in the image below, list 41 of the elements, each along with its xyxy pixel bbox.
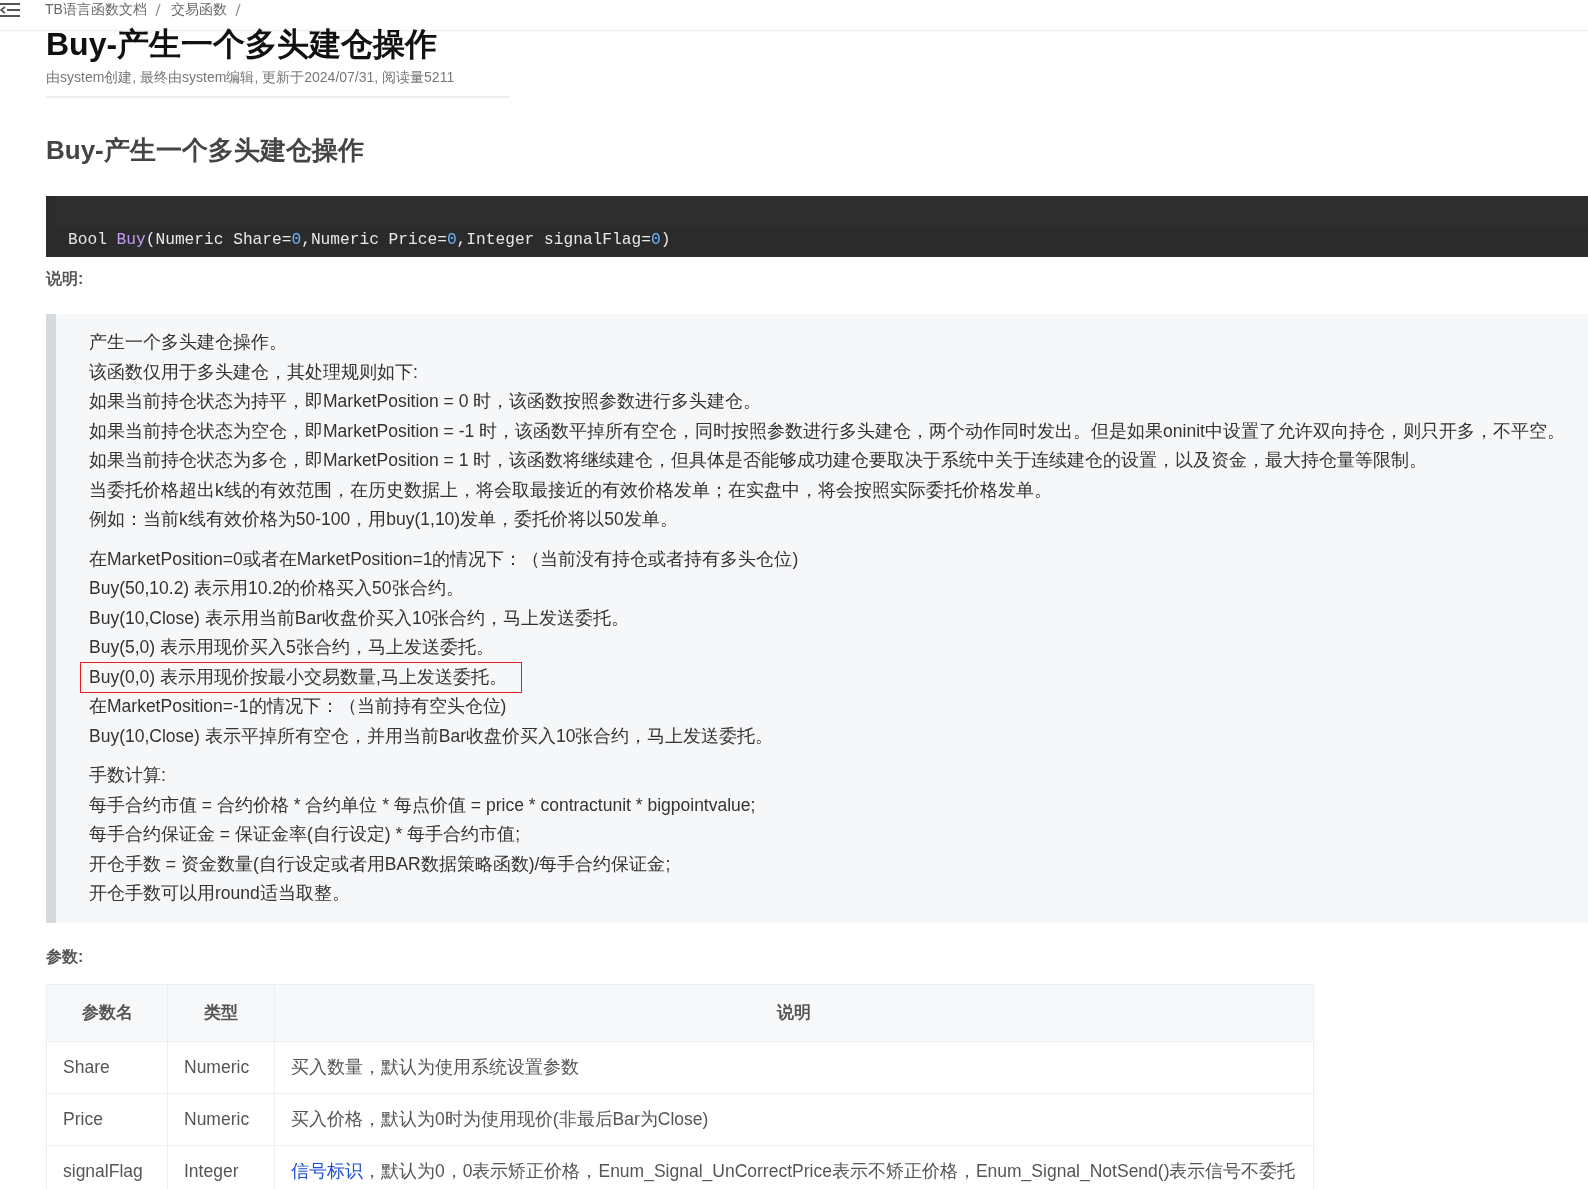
column-header: 类型 (167, 984, 275, 1041)
menu-icon[interactable] (0, 2, 20, 18)
description-line: 手数计算: (89, 764, 166, 787)
breadcrumb-link[interactable]: 交易函数 (170, 1, 227, 19)
table-cell: 买入价格，默认为0时为使用现价(非最后Bar为Close) (274, 1093, 1314, 1145)
slash-icon (154, 4, 161, 16)
table-cell: signalFlag (46, 1145, 168, 1189)
description-line: 每手合约市值 = 合约价格 * 合约单位 * 每点价值 = price * contractunit * bigpointvalue; (89, 793, 756, 817)
section-label: 参数: (46, 946, 85, 967)
description-line: 在MarketPosition=-1的情况下：（当前持有空头仓位) (89, 695, 507, 718)
slash-icon (234, 4, 241, 16)
table-cell: Numeric (167, 1093, 275, 1145)
page-title: Buy-产生一个多头建仓操作 (46, 25, 439, 64)
highlighted-line: Buy(0,0) 表示用现价按最小交易数量,马上发送委托。 (81, 662, 521, 692)
breadcrumb-link[interactable]: TB语言函数文档 (45, 1, 147, 19)
section-label: 说明: (46, 269, 85, 289)
description-line: 开仓手数 = 资金数量(自行设定或者用BAR数据策略函数)/每手合约保证金; (89, 852, 671, 876)
description-line: 当委托价格超出k线的有效范围，在历史数据上，将会取最接近的有效价格发单；在实盘中，将会按照实际委托价格发单。 (89, 478, 1052, 502)
code-line: Bool Buy(Numeric Share=0,Numeric Price=0,Integer signalFlag=0) (67, 230, 672, 251)
description-line: 例如：当前k线有效价格为50-100，用buy(1,10)发单，委托价将以50发单。 (89, 508, 678, 531)
description-line: 如果当前持仓状态为持平，即MarketPosition = 0 时，该函数按照参数进行多头建仓。 (89, 390, 762, 413)
description-line: Buy(5,0) 表示用现价买入5张合约，马上发送委托。 (89, 636, 494, 659)
description-line: Buy(50,10.2) 表示用10.2的价格买入50张合约。 (89, 577, 464, 600)
table-cell: Numeric (167, 1041, 275, 1093)
description-line: Buy(10,Close) 表示用当前Bar收盘价买入10张合约，马上发送委托。 (89, 606, 630, 630)
table-cell: Share (46, 1041, 168, 1093)
description-line: 每手合约保证金 = 保证金率(自行设定) * 每手合约市值; (89, 823, 520, 846)
description-line: Buy(10,Close) 表示平掉所有空仓，并用当前Bar收盘价买入10张合约，马上发送委托。 (89, 724, 774, 748)
table-cell: Price (46, 1093, 168, 1145)
column-header: 说明 (274, 984, 1314, 1041)
description-line: 开仓手数可以用round适当取整。 (89, 882, 350, 905)
description-line: 产生一个多头建仓操作。 (89, 331, 287, 354)
description-line: 在MarketPosition=0或者在MarketPosition=1的情况下：（当前没有持仓或者持有多头仓位) (89, 547, 799, 571)
description-line: 如果当前持仓状态为空仓，即MarketPosition = -1 时，该函数平掉所有空仓，同时按照参数进行多头建仓，两个动作同时发出。但是如果oninit中设置了允许双向持仓，则只开多，不平空。 (89, 419, 1565, 443)
description-line: 该函数仅用于多头建仓，其处理规则如下: (89, 360, 418, 384)
description-line: 如果当前持仓状态为多仓，即MarketPosition = 1 时，该函数将继续建仓，但具体是否能够成功建仓要取决于系统中关于连续建仓的设置，以及资金，最大持仓量等限制。 (89, 449, 1428, 472)
section-heading: Buy-产生一个多头建仓操作 (46, 134, 365, 167)
table-cell: 买入数量，默认为使用系统设置参数 (274, 1041, 1314, 1093)
column-header: 参数名 (46, 984, 168, 1041)
link[interactable]: 信号标识 (291, 1161, 363, 1181)
page-meta: 由system创建, 最终由system编辑, 更新于2024/07/31, 阅读量5211 (46, 69, 509, 98)
